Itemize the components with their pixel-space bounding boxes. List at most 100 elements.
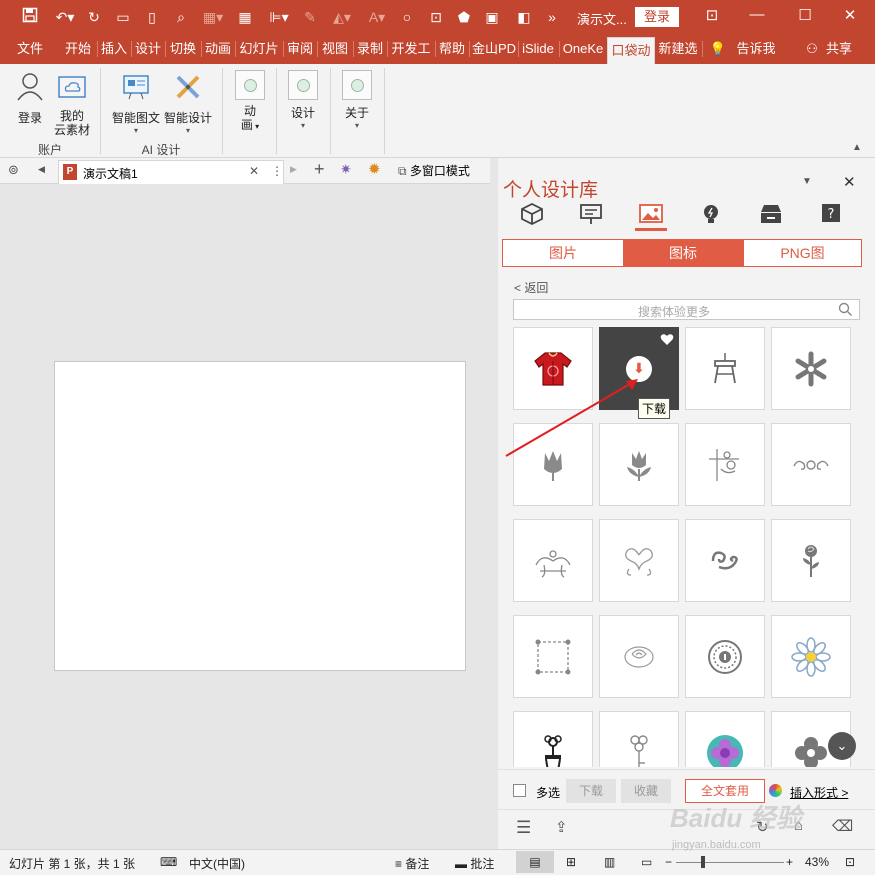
login-button[interactable]: 登录 [635,7,679,27]
tab-design[interactable]: 设计 [133,34,163,64]
icon-tile[interactable] [685,423,765,506]
scroll-right-icon[interactable]: ▶ [290,164,297,175]
document-tab[interactable]: P 演示文稿1 ✕ ⋮ [58,160,284,184]
panel-splitter[interactable] [490,158,498,849]
apply-all-button[interactable]: 全文套用 [685,779,765,803]
notes-button[interactable]: ≡ 备注 [395,855,429,872]
circle-shape-icon[interactable]: ○ [397,7,417,27]
magic-icon[interactable]: ✷ [340,161,352,178]
tab-review[interactable]: 审阅 [285,34,315,64]
layers-icon[interactable]: ▣ [482,7,502,27]
comments-button[interactable]: ▬ 批注 [455,855,494,872]
maximize-icon[interactable]: ☐ [793,6,817,24]
icon-tile[interactable] [771,519,851,602]
tab-insert[interactable]: 插入 [99,34,129,64]
icon-tile[interactable] [513,615,593,698]
shape-icon[interactable]: ⬟ [454,7,474,27]
save-icon[interactable] [20,7,40,27]
ribbon-display-icon[interactable]: ⊡ [700,6,724,24]
tab-help[interactable]: 帮助 [437,34,467,64]
align-icon[interactable]: ⊫▾ [264,7,294,27]
zoom-out-icon[interactable]: − [665,855,672,869]
tab-list-icon[interactable]: ⊚ [8,162,19,178]
tab-home[interactable]: 开始 [62,34,94,64]
multi-window-button[interactable]: ⧉ 多窗口模式 [398,162,470,179]
icon-tile[interactable] [513,711,593,767]
search-icon[interactable] [838,302,853,317]
icon-tile[interactable] [513,519,593,602]
multi-select-checkbox[interactable] [513,784,526,797]
download-button[interactable]: 下载 [566,779,616,803]
back-link[interactable]: < 返回 [514,279,548,296]
more-icon[interactable]: » [542,7,562,27]
redo-icon[interactable]: ↻ [84,7,104,27]
heart-favorite-icon[interactable] [660,333,674,346]
tell-me[interactable]: 告诉我 [736,34,776,64]
insert-form-link[interactable]: 插入形式 > [790,784,848,801]
normal-view-icon[interactable]: ▤ [516,851,554,873]
login-ribbon-button[interactable]: 登录 [10,70,50,126]
lightbulb-idea-icon[interactable] [698,202,724,226]
new-file-icon[interactable]: ▯ [142,7,162,27]
storage-icon[interactable] [758,202,784,226]
tab-kingsoft-pdf[interactable]: 金山PD [471,34,517,64]
eraser-icon[interactable]: ⌫ [832,817,853,835]
panel-menu-icon[interactable]: ▼ [802,176,812,187]
tab-record[interactable]: 录制 [355,34,385,64]
icon-tile[interactable] [771,423,851,506]
eyedropper-icon[interactable]: ✎ [300,7,320,27]
undo-icon[interactable]: ↶▾ [50,7,80,27]
design-button[interactable]: 设计 ▾ [286,70,320,130]
menu-icon[interactable]: ☰ [516,818,531,838]
icon-tile[interactable] [685,327,765,410]
tab-developer[interactable]: 开发工 [389,34,433,64]
crop-icon[interactable]: ⊡ [426,7,446,27]
help-icon[interactable]: ? [818,202,844,226]
image-icon[interactable]: ▦▾ [198,7,228,27]
grid-icon[interactable]: ▦ [235,7,255,27]
panel-close-icon[interactable]: ✕ [843,173,856,191]
icon-tile[interactable] [771,327,851,410]
segment-icons[interactable]: 图标 [623,240,743,266]
spellcheck-icon[interactable]: ⌨ [160,855,177,869]
tab-slideshow[interactable]: 幻灯片 [237,34,281,64]
tab-pocket-animation[interactable]: 口袋动 [607,37,655,64]
scroll-down-icon[interactable]: ⌄ [828,732,856,760]
segment-png[interactable]: PNG图 [743,240,861,266]
tab-islide[interactable]: iSlide [519,34,557,64]
animation-button[interactable]: 动 画 ▾ [233,70,267,134]
fill-icon[interactable]: ◭▾ [328,7,356,27]
tab-file[interactable]: 文件 [14,34,46,64]
add-tab-icon[interactable]: + [314,159,325,180]
close-tab-icon[interactable]: ✕ [249,164,259,178]
smart-design-button[interactable]: 智能设计 ▾ [162,72,214,135]
about-button[interactable]: 关于 ▾ [340,70,374,130]
present-icon[interactable]: ▭ [113,7,133,27]
zoom-slider-thumb[interactable] [701,856,705,868]
language-indicator[interactable]: 中文(中国) [189,855,245,872]
collapse-ribbon-icon[interactable]: ▲ [852,142,862,153]
icon-tile[interactable] [599,519,679,602]
upload-icon[interactable]: ⇪ [555,818,568,836]
presentation-icon[interactable] [578,202,604,226]
minimize-icon[interactable]: — [745,6,769,23]
icon-tile[interactable] [685,615,765,698]
close-icon[interactable]: ✕ [838,6,862,24]
fit-window-icon[interactable]: ⊡ [845,855,855,869]
smart-graphic-button[interactable]: 智能图文 ▾ [108,72,164,135]
lightbulb-icon[interactable]: 💡 [708,34,728,64]
cube-icon[interactable] [519,202,545,226]
share-button[interactable]: 共享 [824,34,854,64]
tab-menu-icon[interactable]: ⋮ [271,164,283,178]
tab-view[interactable]: 视图 [319,34,351,64]
icon-tile[interactable] [771,615,851,698]
tab-new-option[interactable]: 新建选 [656,34,700,64]
cloud-material-button[interactable]: 我的 云素材 [52,70,92,137]
print-preview-icon[interactable]: ⌕ [171,7,191,27]
slide-sorter-icon[interactable]: ⊞ [566,855,576,869]
refresh-icon[interactable]: ↻ [756,818,769,836]
home-icon[interactable]: ⌂ [794,817,803,834]
image-library-icon[interactable] [638,202,664,226]
zoom-level[interactable]: 43% [805,855,829,869]
icon-tile[interactable] [685,711,765,767]
